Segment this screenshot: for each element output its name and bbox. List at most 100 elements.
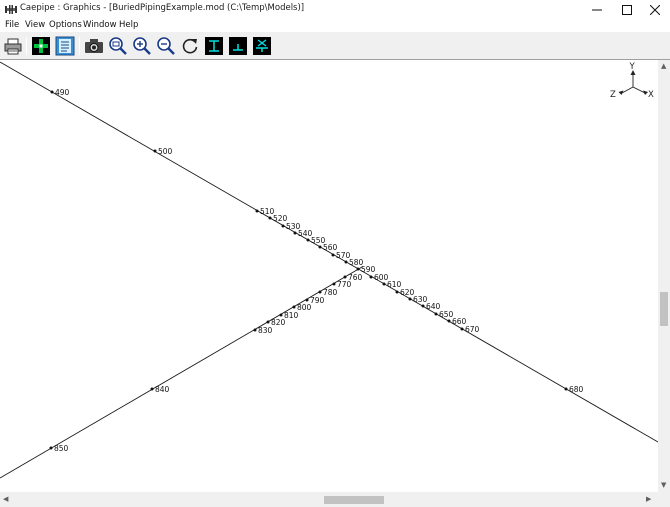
zoom-in-button[interactable] <box>132 36 152 56</box>
zoom-window-button[interactable] <box>108 36 128 56</box>
menu-help[interactable]: Help <box>119 20 138 30</box>
node-marker[interactable] <box>279 313 283 317</box>
axis-triad: Y Z X <box>610 62 654 100</box>
node-label: 780 <box>323 288 338 297</box>
node-marker[interactable] <box>150 387 154 391</box>
zoom-out-button[interactable] <box>156 36 176 56</box>
add-node-icon <box>32 37 50 55</box>
camera-button[interactable] <box>84 36 104 56</box>
node-marker[interactable] <box>356 267 360 271</box>
axis-label-z: Z <box>610 90 616 100</box>
node-marker[interactable] <box>344 260 348 264</box>
node-marker[interactable] <box>153 149 157 153</box>
axis-label-x: X <box>648 90 654 100</box>
maximize-icon <box>622 5 632 15</box>
scroll-up-icon[interactable]: ▲ <box>661 63 666 70</box>
maximize-button[interactable] <box>612 0 642 19</box>
node-marker[interactable] <box>395 290 399 294</box>
scrollbar-corner <box>658 492 670 507</box>
axis-label-y: Y <box>629 62 636 72</box>
list-icon <box>55 36 75 56</box>
print-icon <box>4 38 22 55</box>
scroll-left-icon[interactable]: ◀ <box>3 496 8 503</box>
node-marker[interactable] <box>343 275 347 279</box>
minimize-icon <box>592 9 602 11</box>
node-marker[interactable] <box>331 253 335 257</box>
node-label: 490 <box>55 88 70 97</box>
node-marker[interactable] <box>292 305 296 309</box>
node-marker[interactable] <box>408 297 412 301</box>
node-marker[interactable] <box>447 319 451 323</box>
node-label: 680 <box>569 385 584 394</box>
toolbar-separator <box>79 37 80 55</box>
zoom-in-icon <box>133 37 151 55</box>
menu-bar: File View Options Window Help <box>0 19 670 32</box>
list-button[interactable] <box>55 36 75 56</box>
title-bar: Caepipe : Graphics - [BuriedPipingExampl… <box>0 0 670 19</box>
node-marker[interactable] <box>421 304 425 308</box>
node-label: 770 <box>337 280 352 289</box>
node-marker[interactable] <box>318 290 322 294</box>
node-marker[interactable] <box>369 275 373 279</box>
node-label: 820 <box>271 318 286 327</box>
toolbar-separator <box>26 37 27 55</box>
print-button[interactable] <box>3 36 23 56</box>
close-icon <box>650 5 660 15</box>
pipe-line-upper <box>0 61 658 443</box>
close-button[interactable] <box>640 0 670 19</box>
node-marker[interactable] <box>332 282 336 286</box>
view-side-icon <box>229 37 247 55</box>
view-front-button[interactable] <box>204 36 224 56</box>
node-marker[interactable] <box>305 298 309 302</box>
window-title: Caepipe : Graphics - [BuriedPipingExampl… <box>20 3 305 13</box>
zoom-window-icon <box>109 37 127 55</box>
menu-window[interactable]: Window <box>83 20 117 30</box>
graphics-canvas[interactable]: 490 500 510 520 530 540 550 560 570 580 590 600 610 6… <box>0 60 658 492</box>
scroll-down-icon[interactable]: ▼ <box>661 482 666 489</box>
add-node-button[interactable] <box>31 36 51 56</box>
zoom-out-icon <box>157 37 175 55</box>
node-marker[interactable] <box>293 231 297 235</box>
view-side-button[interactable] <box>228 36 248 56</box>
node-label: 850 <box>54 444 69 453</box>
scroll-right-icon[interactable]: ▶ <box>646 496 651 503</box>
node-marker[interactable] <box>268 216 272 220</box>
horizontal-scrollbar[interactable]: ◀ ▶ <box>0 492 658 507</box>
vertical-scrollbar[interactable]: ▲ ▼ <box>658 60 670 492</box>
menu-file[interactable]: File <box>5 20 19 30</box>
piping-model-view: 4905005105205305405505605705805906006106… <box>0 61 658 479</box>
view-top-icon <box>253 37 271 55</box>
menu-view[interactable]: View <box>25 20 45 30</box>
node-marker[interactable] <box>50 90 54 94</box>
minimize-button[interactable] <box>582 0 612 19</box>
node-marker[interactable] <box>253 328 257 332</box>
node-label: 670 <box>465 325 480 334</box>
node-marker[interactable] <box>281 224 285 228</box>
node-label: 810 <box>284 311 299 320</box>
node-marker[interactable] <box>266 320 270 324</box>
caepipe-graphics-window: Caepipe : Graphics - [BuriedPipingExampl… <box>0 0 670 507</box>
rotate-icon <box>182 38 198 54</box>
node-marker[interactable] <box>318 245 322 249</box>
node-label: 500 <box>158 147 173 156</box>
node-marker[interactable] <box>49 446 53 450</box>
node-label: 790 <box>310 296 325 305</box>
view-top-button[interactable] <box>252 36 272 56</box>
horizontal-scroll-thumb[interactable] <box>324 496 384 504</box>
menu-options[interactable]: Options <box>49 20 82 30</box>
node-marker[interactable] <box>564 387 568 391</box>
camera-icon <box>85 39 103 53</box>
node-label: 830 <box>258 326 273 335</box>
node-marker[interactable] <box>382 282 386 286</box>
node-marker[interactable] <box>434 312 438 316</box>
node-marker[interactable] <box>255 209 259 213</box>
toolbar <box>0 32 670 60</box>
node-marker[interactable] <box>306 238 310 242</box>
vertical-scroll-thumb[interactable] <box>660 292 668 326</box>
node-label: 800 <box>297 303 312 312</box>
node-marker[interactable] <box>460 327 464 331</box>
app-icon <box>5 5 17 14</box>
rotate-button[interactable] <box>180 36 200 56</box>
view-front-icon <box>205 37 223 55</box>
node-label: 840 <box>155 385 170 394</box>
